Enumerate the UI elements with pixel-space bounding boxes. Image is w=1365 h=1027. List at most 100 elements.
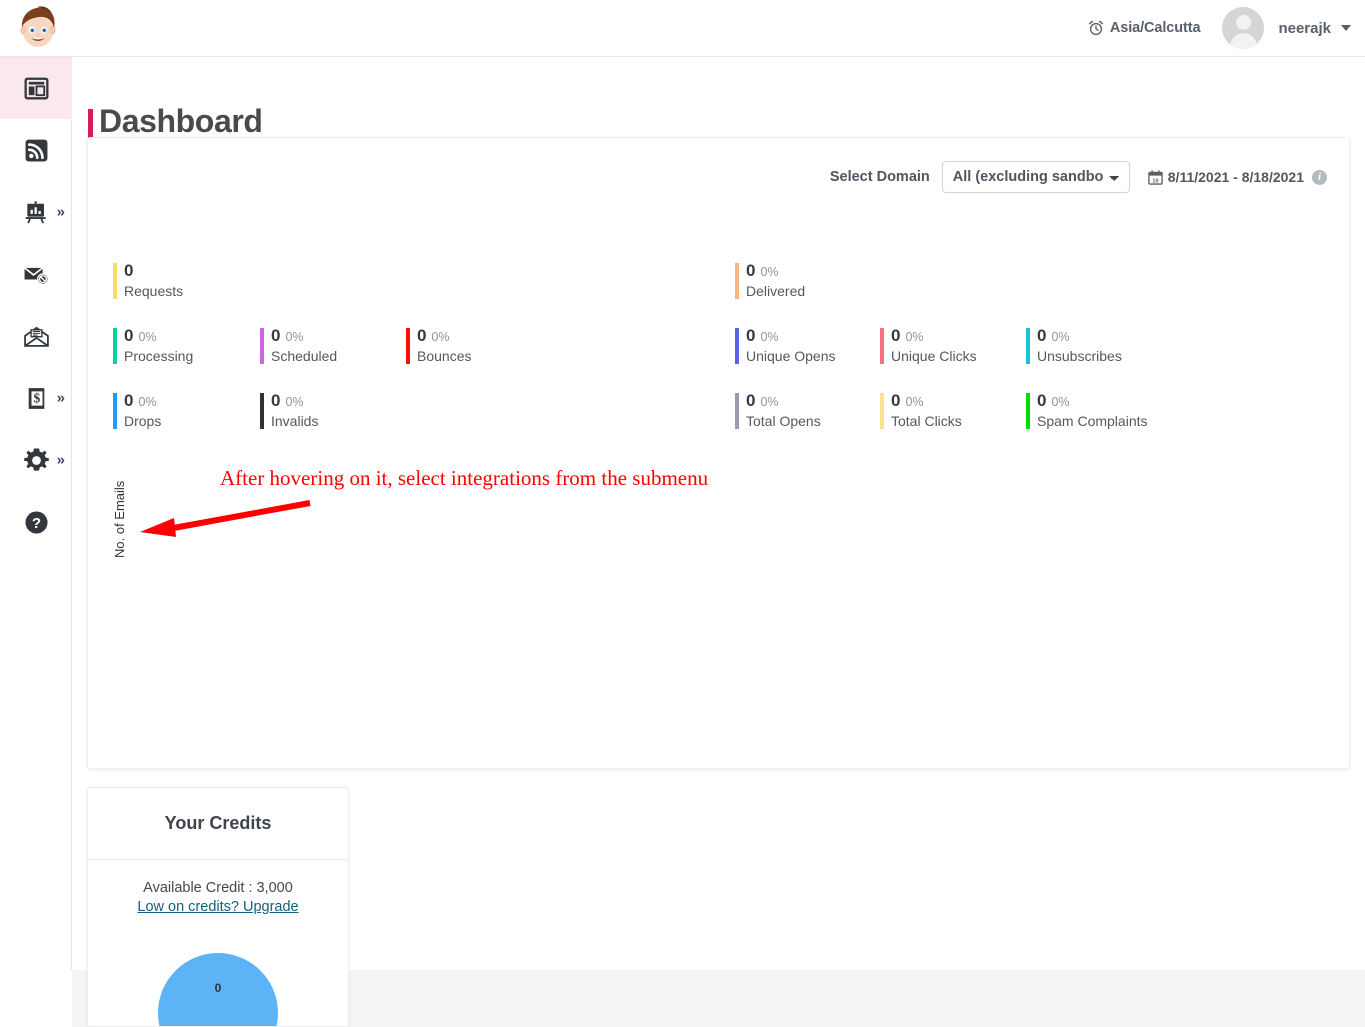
- stat-color-bar: [113, 328, 117, 364]
- stat-percent: 0%: [905, 395, 924, 409]
- svg-text:?: ?: [31, 514, 40, 531]
- stat-tile: 0 0% Unique Clicks: [880, 326, 977, 364]
- sidebar-item-dashboard[interactable]: [0, 57, 72, 119]
- credits-card-title: Your Credits: [88, 788, 348, 860]
- stat-color-bar: [735, 263, 739, 299]
- stat-color-bar: [113, 263, 117, 299]
- chevron-expand-icon[interactable]: »: [57, 204, 65, 221]
- dashboard-stats-card: Select Domain All (excluding sandbox) 10…: [87, 137, 1350, 769]
- stat-value: 0: [746, 261, 756, 280]
- stat-value: 0: [891, 326, 901, 345]
- date-range-picker[interactable]: 10 8/11/2021 - 8/18/2021 i: [1148, 169, 1327, 185]
- stat-topline: 0: [124, 261, 183, 281]
- stat-label: Spam Complaints: [1037, 413, 1148, 429]
- stat-label: Processing: [124, 348, 194, 364]
- stat-label: Total Clicks: [891, 413, 962, 429]
- stat-percent: 0%: [138, 395, 157, 409]
- sidebar-item-settings[interactable]: »: [0, 429, 72, 491]
- stat-percent: 0%: [1051, 395, 1070, 409]
- stat-tile: 0 Requests: [113, 261, 183, 299]
- stat-value: 0: [1037, 326, 1047, 345]
- stat-value: 0: [271, 326, 281, 345]
- chevron-expand-icon[interactable]: »: [57, 452, 65, 469]
- date-range-text[interactable]: 8/11/2021 - 8/18/2021: [1168, 169, 1304, 185]
- stat-color-bar: [260, 393, 264, 429]
- svg-text:10: 10: [1152, 178, 1158, 184]
- sidebar: » $ » » ?: [0, 57, 72, 970]
- domain-select[interactable]: All (excluding sandbox): [941, 161, 1130, 193]
- stat-percent: 0%: [760, 265, 779, 279]
- dollar-invoice-icon: $: [25, 386, 48, 411]
- stat-label: Unsubscribes: [1037, 348, 1122, 364]
- stat-topline: 0 0%: [746, 326, 836, 346]
- username-label[interactable]: neerajk: [1278, 20, 1331, 37]
- sidebar-item-templates[interactable]: [0, 305, 72, 367]
- sidebar-item-billing[interactable]: $ »: [0, 367, 72, 429]
- alarm-clock-icon: [1088, 20, 1104, 36]
- sidebar-item-campaigns[interactable]: [0, 119, 72, 181]
- stat-color-bar: [113, 393, 117, 429]
- stat-label: Scheduled: [271, 348, 338, 364]
- stat-color-bar: [260, 328, 264, 364]
- stat-label: Unique Opens: [746, 348, 836, 364]
- dashboard-layout-icon: [24, 76, 49, 101]
- stat-tile: 0 0% Unsubscribes: [1026, 326, 1122, 364]
- info-icon[interactable]: i: [1312, 169, 1327, 185]
- stat-value: 0: [891, 391, 901, 410]
- stat-percent: 0%: [285, 330, 304, 344]
- filter-row: Select Domain All (excluding sandbox) 10…: [830, 161, 1327, 193]
- stat-topline: 0 0%: [271, 326, 337, 346]
- boy-avatar-logo-icon: [20, 6, 56, 47]
- top-bar: Asia/Calcutta neerajk: [0, 0, 1365, 57]
- stat-color-bar: [880, 328, 884, 364]
- caret-down-icon[interactable]: [1341, 25, 1351, 31]
- stat-topline: 0 0%: [1037, 326, 1122, 346]
- question-mark-circle-icon: ?: [24, 510, 49, 535]
- stat-label: Unique Clicks: [891, 348, 977, 364]
- stat-label: Total Opens: [746, 413, 821, 429]
- stat-percent: 0%: [285, 395, 304, 409]
- stat-tile: 0 0% Processing: [113, 326, 193, 364]
- stat-color-bar: [1026, 393, 1030, 429]
- upgrade-credits-link[interactable]: Low on credits? Upgrade: [88, 899, 348, 915]
- rss-feed-icon: [24, 138, 49, 163]
- stat-tile: 0 0% Scheduled: [260, 326, 337, 364]
- stat-topline: 0 0%: [1037, 391, 1148, 411]
- presentation-chart-icon: [24, 200, 49, 225]
- stat-tile: 0 0% Drops: [113, 391, 161, 429]
- credits-pie-chart[interactable]: 0: [158, 953, 278, 1026]
- stat-color-bar: [880, 393, 884, 429]
- your-credits-card: Your Credits Available Credit : 3,000 Lo…: [87, 787, 349, 1027]
- select-domain-label: Select Domain: [829, 169, 930, 185]
- stat-label: Delivered: [746, 283, 806, 299]
- stat-color-bar: [406, 328, 410, 364]
- stat-topline: 0 0%: [124, 326, 193, 346]
- chart-y-axis-label: No. of Emails: [112, 480, 127, 558]
- gear-icon: [23, 447, 50, 474]
- annotation-text: After hovering on it, select integration…: [220, 466, 709, 490]
- stat-tile: 0 0% Bounces: [406, 326, 471, 364]
- sidebar-item-reports[interactable]: »: [0, 181, 72, 243]
- credits-pie-label: 0: [214, 981, 222, 995]
- available-credit-text: Available Credit : 3,000: [143, 880, 293, 896]
- stat-tile: 0 0% Invalids: [260, 391, 318, 429]
- calendar-icon: 10: [1148, 169, 1163, 185]
- mail-blocked-icon: [23, 262, 50, 287]
- top-bar-right: Asia/Calcutta neerajk: [1088, 7, 1351, 49]
- sidebar-item-suppressions[interactable]: [0, 243, 72, 305]
- stat-topline: 0 0%: [271, 391, 318, 411]
- stat-percent: 0%: [760, 330, 779, 344]
- stat-value: 0: [1037, 391, 1047, 410]
- brand-logo[interactable]: [10, 0, 66, 56]
- svg-text:$: $: [33, 390, 40, 405]
- chevron-expand-icon[interactable]: »: [57, 390, 65, 407]
- stat-label: Drops: [124, 413, 162, 429]
- open-mail-icon: [23, 324, 50, 349]
- stat-tile: 0 0% Unique Opens: [735, 326, 836, 364]
- avatar[interactable]: [1222, 7, 1265, 49]
- stat-value: 0: [746, 326, 756, 345]
- avatar-body: [1229, 33, 1257, 49]
- stat-tile: 0 0% Total Opens: [735, 391, 821, 429]
- stat-topline: 0 0%: [417, 326, 471, 346]
- sidebar-item-help[interactable]: ?: [0, 491, 72, 553]
